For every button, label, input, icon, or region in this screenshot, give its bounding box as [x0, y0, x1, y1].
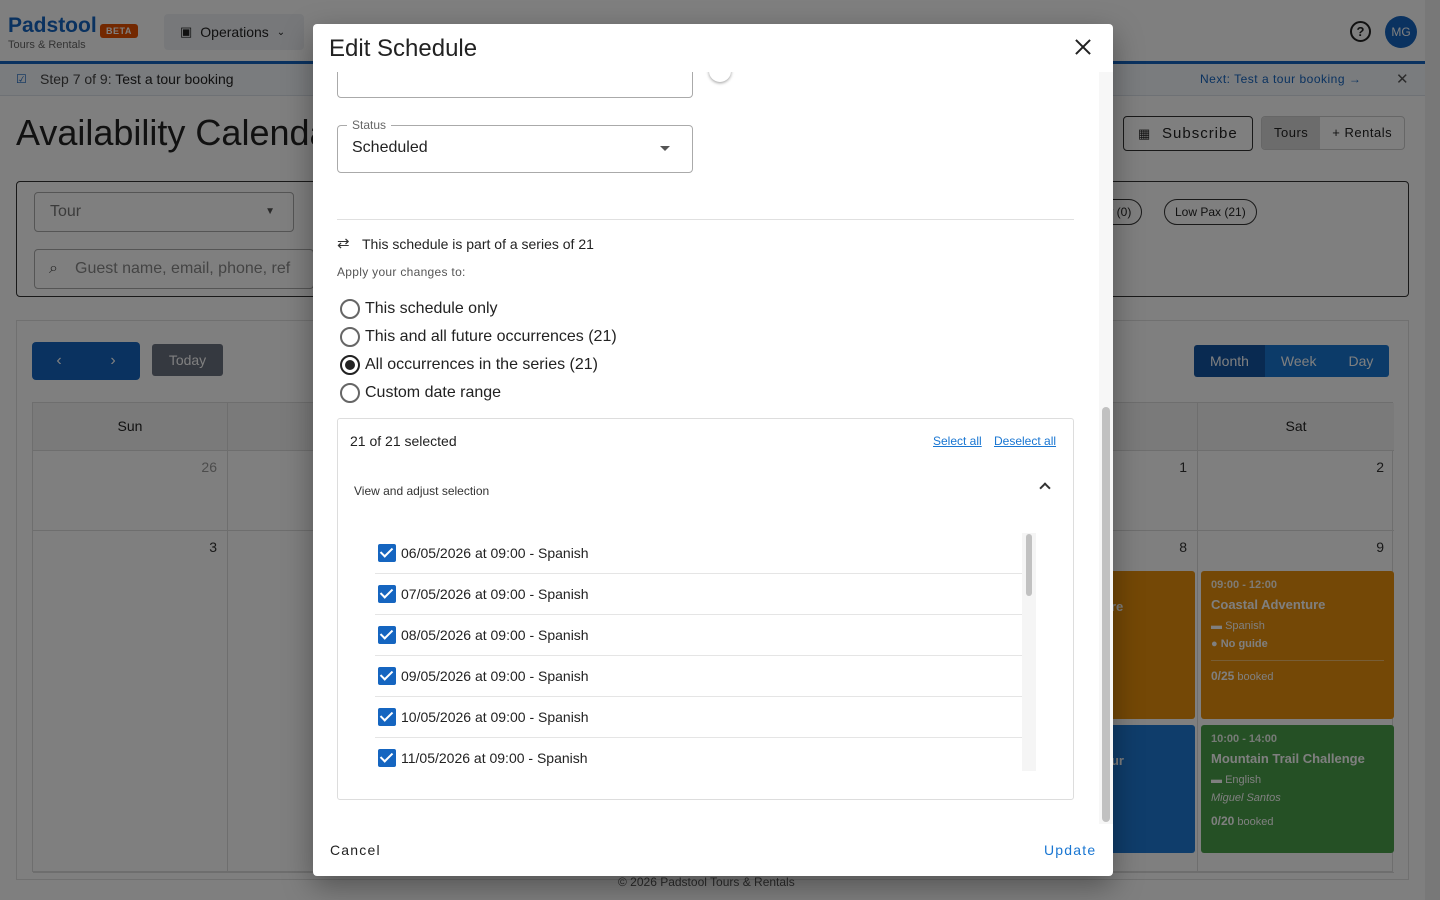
radio-this-and-future-label[interactable]: This and all future occurrences (21) [365, 328, 617, 346]
radio-all-occurrences-label[interactable]: All occurrences in the series (21) [365, 356, 598, 374]
occurrence-label: 11/05/2026 at 09:00 - Spanish [401, 750, 588, 766]
checkbox[interactable] [378, 626, 396, 644]
update-button[interactable]: Update [1044, 842, 1096, 858]
occurrence-label: 06/05/2026 at 09:00 - Spanish [401, 545, 589, 561]
radio-this-only-label[interactable]: This schedule only [365, 300, 498, 318]
radio-custom-range-label[interactable]: Custom date range [365, 384, 501, 402]
dialog-scrollbar-thumb[interactable] [1102, 407, 1110, 822]
checkbox[interactable] [378, 585, 396, 603]
occurrence-label: 10/05/2026 at 09:00 - Spanish [401, 709, 589, 725]
occurrence-list: 06/05/2026 at 09:00 - Spanish 07/05/2026… [375, 533, 1022, 771]
cancel-button[interactable]: Cancel [330, 842, 381, 858]
select-all-link[interactable]: Select all [933, 434, 982, 448]
radio-this-only[interactable] [340, 299, 360, 319]
repeat-icon: ⇄ [337, 235, 350, 252]
dialog-body: Status Scheduled ⇄ This schedule is part… [313, 72, 1113, 822]
apply-changes-label: Apply your changes to: [337, 265, 466, 279]
list-item[interactable]: 06/05/2026 at 09:00 - Spanish [375, 533, 1022, 574]
toggle-switch-knob[interactable] [709, 72, 731, 82]
dropdown-arrow-icon [660, 146, 670, 151]
accordion-header[interactable]: View and adjust selection [354, 484, 489, 498]
checkbox[interactable] [378, 667, 396, 685]
list-item[interactable]: 10/05/2026 at 09:00 - Spanish [375, 697, 1022, 738]
dialog-title: Edit Schedule [329, 35, 478, 62]
radio-all-occurrences[interactable] [340, 355, 360, 375]
checkbox[interactable] [378, 749, 396, 767]
radio-this-and-future[interactable] [340, 327, 360, 347]
checkbox[interactable] [378, 708, 396, 726]
status-label: Status [347, 118, 392, 132]
previous-field[interactable] [337, 72, 693, 98]
series-info-text: This schedule is part of a series of 21 [362, 236, 594, 252]
divider [337, 219, 1074, 220]
list-item[interactable]: 09/05/2026 at 09:00 - Spanish [375, 656, 1022, 697]
list-item[interactable]: 07/05/2026 at 09:00 - Spanish [375, 574, 1022, 615]
selected-count: 21 of 21 selected [350, 433, 457, 449]
occurrence-label: 08/05/2026 at 09:00 - Spanish [401, 627, 589, 643]
list-item[interactable]: 08/05/2026 at 09:00 - Spanish [375, 615, 1022, 656]
status-value: Scheduled [352, 139, 428, 156]
list-item[interactable]: 11/05/2026 at 09:00 - Spanish [375, 738, 1022, 771]
checkbox[interactable] [378, 544, 396, 562]
list-scrollbar-thumb[interactable] [1026, 534, 1032, 596]
radio-custom-range[interactable] [340, 383, 360, 403]
edit-schedule-dialog: Edit Schedule Status Scheduled ⇄ This sc… [313, 24, 1113, 876]
occurrence-label: 07/05/2026 at 09:00 - Spanish [401, 586, 589, 602]
close-icon[interactable] [1072, 36, 1094, 58]
deselect-all-link[interactable]: Deselect all [994, 434, 1056, 448]
occurrence-label: 09/05/2026 at 09:00 - Spanish [401, 668, 589, 684]
